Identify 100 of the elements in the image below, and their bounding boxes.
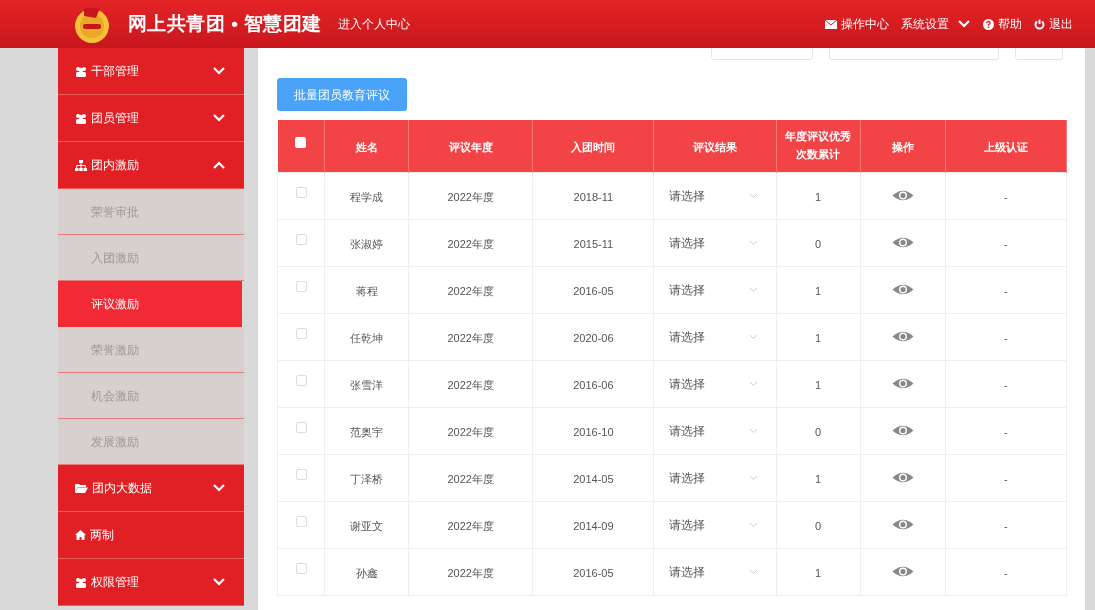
column-header: 入团时间 [571,139,616,155]
sidebar-group-item[interactable]: 权限管理 [58,559,244,606]
eye-icon[interactable] [891,377,914,390]
year-cell: 2022年度 [447,472,494,485]
column-header: 评议结果 [693,139,737,155]
count-cell: 0 [815,519,822,532]
help-icon [983,18,994,30]
name-cell: 范奥宇 [350,425,384,438]
row-checkbox[interactable] [295,187,307,198]
folder-icon [75,483,88,493]
certification-cell: - [1004,472,1008,485]
year-cell: 2022年度 [447,331,494,344]
count-cell: 1 [815,284,822,297]
mail-icon [825,19,837,29]
chevron-down-icon [748,427,758,434]
nav-link[interactable]: 帮助 [983,15,1022,33]
users-icon [75,576,87,588]
nav-link[interactable]: 系统设置 [901,15,971,33]
column-header: 姓名 [355,139,378,155]
power-icon [1034,18,1045,30]
date-cell: 2014-09 [573,519,614,532]
count-cell: 1 [815,566,822,579]
row-checkbox[interactable] [295,234,307,245]
name-cell: 谢亚文 [350,519,384,532]
nav-link[interactable]: 操作中心 [825,15,889,33]
row-checkbox[interactable] [295,422,307,433]
count-cell: 1 [815,378,822,391]
eye-icon[interactable] [891,330,914,343]
row-checkbox[interactable] [295,281,307,292]
select-all-checkbox[interactable] [295,137,307,149]
name-cell: 孙鑫 [355,566,378,579]
users-icon [75,65,87,77]
eye-icon[interactable] [891,236,914,249]
count-cell: 1 [815,190,822,203]
certification-cell: - [1004,519,1008,532]
chevron-down-icon [212,113,226,123]
chevron-down-icon [748,521,758,528]
row-checkbox[interactable] [295,516,307,527]
sidebar-group-item[interactable]: 团内激励 [58,142,244,189]
column-header: 操作 [891,139,914,155]
certification-cell: - [1004,425,1008,438]
eye-icon[interactable] [891,189,914,202]
count-cell: 1 [815,331,822,344]
row-checkbox[interactable] [295,469,307,480]
count-cell: 1 [815,472,822,485]
name-cell: 张淑婷 [350,237,384,250]
certification-cell: - [1004,284,1008,297]
personal-center-link[interactable]: 进入个人中心 [337,15,410,33]
column-header: 上级认证 [983,139,1028,155]
sidebar-group-item[interactable]: 团内大数据 [58,465,244,512]
year-cell: 2022年度 [447,425,494,438]
chevron-down-icon [748,380,758,387]
name-cell: 张雪洋 [350,378,384,391]
chevron-down-icon [748,568,758,575]
name-cell: 程学成 [350,190,384,203]
eye-icon[interactable] [891,424,914,437]
sidebar-group-item[interactable]: 干部管理 [58,48,244,95]
site-title: 网上共青团 • 智慧团建 [128,11,322,36]
name-cell: 蒋程 [355,284,378,297]
eye-icon[interactable] [891,283,914,296]
row-checkbox[interactable] [295,563,307,574]
sidebar-subitem[interactable]: 评议激励 [58,281,242,327]
count-cell: 0 [815,425,822,438]
date-cell: 2014-05 [573,472,614,485]
home-icon [75,530,86,540]
chevron-down-icon [748,192,758,199]
eye-icon[interactable] [891,471,914,484]
date-cell: 2018-11 [573,190,614,203]
sidebar-group-item[interactable]: 两制 [58,512,244,559]
row-checkbox[interactable] [295,328,307,339]
date-cell: 2016-06 [573,378,614,391]
chevron-down-icon [212,483,226,493]
certification-cell: - [1004,566,1008,579]
column-header: 评议年度 [448,139,493,155]
nav-link[interactable]: 退出 [1034,15,1073,33]
chevron-down-icon [957,19,971,29]
year-cell: 2022年度 [447,190,494,203]
chevron-up-icon [212,160,226,170]
eye-icon[interactable] [891,518,914,531]
sitemap-icon [75,159,87,171]
date-cell: 2020-06 [573,331,614,344]
chevron-down-icon [212,66,226,76]
certification-cell: - [1004,190,1008,203]
sidebar-group-item[interactable]: 团员管理 [58,95,244,142]
year-cell: 2022年度 [447,566,494,579]
users-icon [75,112,87,124]
year-cell: 2022年度 [447,519,494,532]
date-cell: 2016-05 [573,284,614,297]
certification-cell: - [1004,378,1008,391]
certification-cell: - [1004,331,1008,344]
date-cell: 2016-05 [573,566,614,579]
column-header: 年度评议优秀次数累计 [784,128,853,162]
count-cell: 0 [815,237,822,250]
eye-icon[interactable] [891,565,914,578]
year-cell: 2022年度 [447,237,494,250]
row-checkbox[interactable] [295,375,307,386]
batch-review-button[interactable]: 批量团员教育评议 [277,78,407,111]
chevron-down-icon [748,286,758,293]
chevron-down-icon [748,239,758,246]
date-cell: 2016-10 [573,425,614,438]
